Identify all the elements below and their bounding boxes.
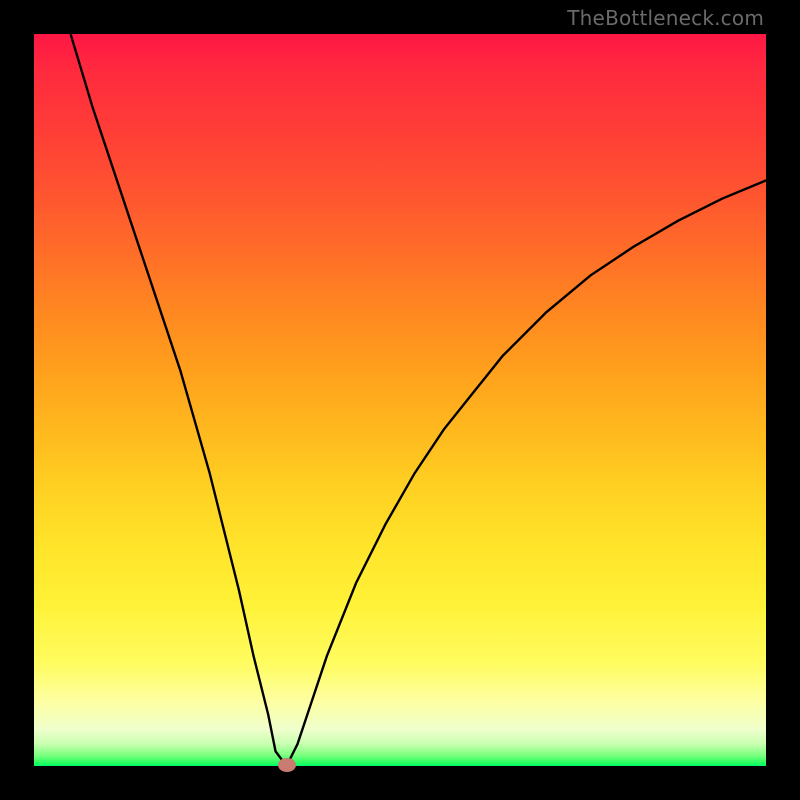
minimum-marker bbox=[278, 758, 296, 772]
bottleneck-curve bbox=[71, 34, 766, 766]
chart-root: TheBottleneck.com bbox=[0, 0, 800, 800]
brand-watermark: TheBottleneck.com bbox=[567, 6, 764, 30]
curve-layer bbox=[34, 34, 766, 766]
